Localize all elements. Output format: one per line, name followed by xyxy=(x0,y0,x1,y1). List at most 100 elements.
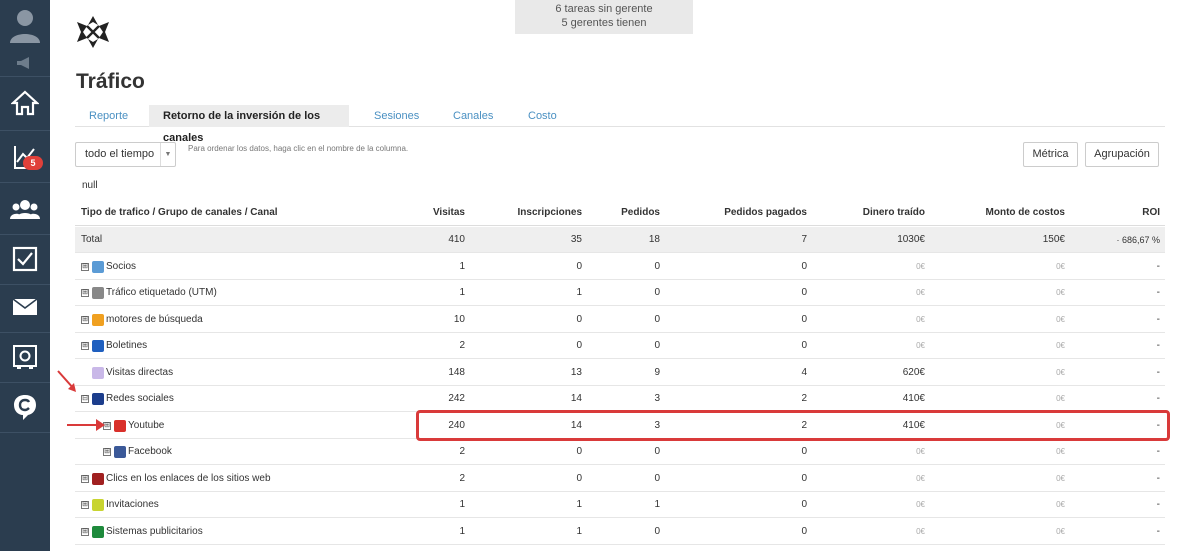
expand-icon[interactable]: ⊞ xyxy=(81,315,89,324)
page-title: Tráfico xyxy=(76,70,145,93)
expand-icon[interactable]: ⊞ xyxy=(81,527,89,536)
channel-name-cell: ⊞ Tráfico etiquetado (UTM) xyxy=(81,280,217,306)
paid-cell: 0 xyxy=(801,260,807,272)
collapse-icon[interactable]: ⊟ xyxy=(81,395,89,403)
orders-cell: 1 xyxy=(654,499,660,510)
visits-cell: 410 xyxy=(448,234,465,245)
visits-cell: 1 xyxy=(459,499,465,510)
roi-cell: · 686,67 % xyxy=(1116,235,1160,245)
settings-icon[interactable] xyxy=(0,336,50,378)
money-cell: 410€ xyxy=(902,393,925,404)
table-row: ⊟ Redes sociales 242 14 3 2 410€ 0€ - xyxy=(75,386,1165,412)
col-visits-header[interactable]: Visitas xyxy=(433,200,465,226)
tab-costo[interactable]: Costo xyxy=(514,105,571,127)
signups-cell: 0 xyxy=(576,446,582,457)
channel-name-cell: Total xyxy=(81,227,102,253)
table-header: Tipo de trafico / Grupo de canales / Can… xyxy=(75,200,1165,226)
profile-icon[interactable] xyxy=(0,4,50,46)
analytics-badge: 5 xyxy=(23,156,43,170)
visits-cell: 1 xyxy=(459,525,465,537)
money-cell: 0€ xyxy=(916,288,925,297)
orders-cell: 0 xyxy=(654,313,660,325)
chevron-down-icon: ▼ xyxy=(160,143,175,166)
costs-cell: 0€ xyxy=(1056,314,1065,324)
channel-name[interactable]: Sistemas publicitarios xyxy=(106,526,203,537)
money-cell: 0€ xyxy=(916,341,925,350)
period-select[interactable]: todo el tiempo ▼ xyxy=(75,142,176,167)
money-cell: 0€ xyxy=(916,314,925,324)
visits-cell: 2 xyxy=(459,340,465,351)
paid-cell: 0 xyxy=(801,340,807,351)
megaphone-icon[interactable] xyxy=(0,54,50,72)
channel-name[interactable]: Tráfico etiquetado (UTM) xyxy=(106,287,217,298)
expand-icon[interactable]: ⊞ xyxy=(81,262,89,271)
channel-name[interactable]: Clics en los enlaces de los sitios web xyxy=(106,473,271,484)
channel-name[interactable]: Visitas directas xyxy=(106,367,173,378)
roi-cell: - xyxy=(1156,472,1160,484)
expand-icon[interactable]: ⊞ xyxy=(81,474,89,483)
ads-icon xyxy=(92,525,104,538)
unassigned-tasks-notice[interactable]: 6 tareas sin gerente 5 gerentes tienen xyxy=(515,0,693,34)
tasks-icon[interactable] xyxy=(0,238,50,280)
home-icon[interactable] xyxy=(0,80,50,126)
tab-reporte[interactable]: Reporte xyxy=(75,105,142,127)
costs-cell: 150€ xyxy=(1042,234,1065,245)
expand-icon[interactable]: ⊞ xyxy=(81,501,89,509)
channel-name-cell: ⊞ motores de búsqueda xyxy=(81,307,203,333)
company-logo[interactable] xyxy=(74,13,112,51)
roi-cell: - xyxy=(1156,340,1160,351)
chat-icon[interactable] xyxy=(0,386,50,428)
signups-cell: 0 xyxy=(576,260,582,272)
roi-cell: - xyxy=(1156,366,1160,378)
signups-cell: 13 xyxy=(570,366,582,378)
visits-cell: 10 xyxy=(453,313,465,325)
col-costs-header[interactable]: Monto de costos xyxy=(986,200,1065,226)
expand-icon[interactable]: ⊞ xyxy=(81,289,89,297)
sidebar: 5 xyxy=(0,0,50,551)
money-cell: 0€ xyxy=(916,261,925,271)
contacts-icon[interactable] xyxy=(0,186,50,232)
channel-name[interactable]: Redes sociales xyxy=(106,393,174,404)
channel-name-cell: ⊞ Boletines xyxy=(81,333,147,359)
grouping-button[interactable]: Agrupación xyxy=(1085,142,1159,167)
paid-cell: 7 xyxy=(801,234,807,245)
paid-cell: 4 xyxy=(801,366,807,378)
paid-cell: 0 xyxy=(801,313,807,325)
visits-cell: 2 xyxy=(459,472,465,484)
col-roi-header[interactable]: ROI xyxy=(1142,200,1160,226)
channel-name[interactable]: Youtube xyxy=(128,420,164,431)
tab-canales[interactable]: Canales xyxy=(439,105,507,127)
tab-roi-channels[interactable]: Retorno de la inversión de los canales xyxy=(149,105,349,144)
channel-name-cell: ⊞ Invitaciones xyxy=(81,492,159,518)
col-signups-header[interactable]: Inscripciones xyxy=(518,200,582,226)
metric-button[interactable]: Métrica xyxy=(1023,142,1078,167)
expand-icon[interactable]: ⊞ xyxy=(103,448,111,456)
orders-cell: 0 xyxy=(654,260,660,272)
roi-cell: - xyxy=(1156,446,1160,457)
orders-cell: 0 xyxy=(654,472,660,484)
tab-sesiones[interactable]: Sesiones xyxy=(360,105,433,127)
table-row: ⊞ Tráfico etiquetado (UTM) 1 1 0 0 0€ 0€ - xyxy=(75,280,1165,306)
channel-name[interactable]: Boletines xyxy=(106,340,147,351)
roi-cell: - xyxy=(1156,313,1160,325)
col-money-header[interactable]: Dinero traído xyxy=(863,200,925,226)
channel-name[interactable]: Invitaciones xyxy=(106,499,159,510)
channel-name[interactable]: motores de búsqueda xyxy=(106,314,203,325)
channel-name[interactable]: Facebook xyxy=(128,446,172,457)
signups-cell: 35 xyxy=(570,234,582,245)
costs-cell: 0€ xyxy=(1056,341,1065,350)
mail-icon[interactable] xyxy=(0,288,50,326)
period-value: todo el tiempo xyxy=(85,148,155,160)
expand-icon[interactable]: ⊞ xyxy=(81,342,89,350)
col-name-header[interactable]: Tipo de trafico / Grupo de canales / Can… xyxy=(81,200,278,226)
signups-cell: 1 xyxy=(576,287,582,298)
col-orders-header[interactable]: Pedidos xyxy=(621,200,660,226)
sort-hint: Para ordenar los datos, haga clic en el … xyxy=(188,144,409,153)
costs-cell: 0€ xyxy=(1056,288,1065,297)
col-paid-header[interactable]: Pedidos pagados xyxy=(724,200,807,226)
table-row: Visitas directas 148 13 9 4 620€ 0€ - xyxy=(75,360,1165,386)
money-cell: 0€ xyxy=(916,500,925,509)
orders-cell: 9 xyxy=(654,366,660,378)
channel-name[interactable]: Socios xyxy=(106,261,136,272)
table-row: ⊞ motores de búsqueda 10 0 0 0 0€ 0€ - xyxy=(75,307,1165,333)
